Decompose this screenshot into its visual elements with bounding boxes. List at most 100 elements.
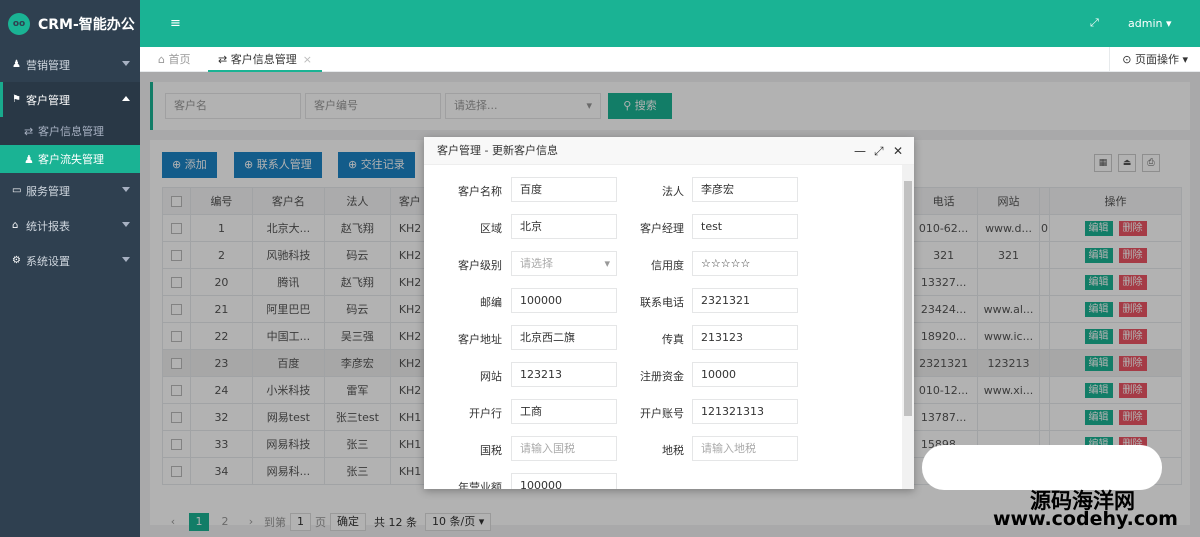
field-label: 客户级别	[458, 259, 502, 272]
tab-customer-info[interactable]: ⇄ 客户信息管理 ×	[208, 47, 322, 72]
dialog-body: 客户名称 百度 法人 李彦宏区域 北京 客户经理 test 客户级别 请选择 ▾ 信用度 ☆☆☆☆☆ 邮…	[424, 165, 914, 489]
top-navbar: ≡ ⤢ admin ▾	[140, 0, 1200, 47]
field-value: test	[701, 220, 723, 233]
field-label: 传真	[662, 333, 684, 346]
sidebar-subitem-customer-info[interactable]: ⇄ 客户信息管理	[0, 117, 140, 145]
sidebar-item-settings[interactable]: ⚙ 系统设置	[0, 243, 140, 278]
fullscreen-icon[interactable]: ⤢	[1090, 16, 1099, 30]
sidebar-item-label: 统计报表	[26, 219, 70, 233]
scrollbar-thumb[interactable]	[904, 181, 912, 416]
field-input[interactable]: 213123	[692, 325, 798, 350]
field-input[interactable]: 100000	[511, 473, 617, 489]
field-value: 请输入国税	[520, 442, 575, 455]
exchange-icon: ⇄	[24, 124, 34, 138]
field-input[interactable]: 百度	[511, 177, 617, 202]
field-label: 信用度	[651, 259, 684, 272]
field-label: 客户经理	[640, 222, 684, 235]
field-input[interactable]: test	[692, 214, 798, 239]
field-value: 北京	[520, 220, 542, 233]
home-icon: ⌂	[12, 220, 19, 231]
field-value: 请输入地税	[701, 442, 756, 455]
sidebar-subitem-customer-loss[interactable]: ♟ 客户流失管理	[0, 145, 140, 173]
logo-icon: oo	[8, 12, 30, 35]
field-label: 客户地址	[458, 333, 502, 346]
app-logo: oo CRM-智能办公	[0, 0, 140, 47]
field-label: 网站	[480, 370, 502, 383]
field-input[interactable]: 李彦宏	[692, 177, 798, 202]
field-label: 邮编	[480, 296, 502, 309]
field-value: ☆☆☆☆☆	[701, 257, 751, 270]
sidebar-item-label: 服务管理	[26, 184, 70, 198]
user-menu[interactable]: admin ▾	[1128, 17, 1171, 30]
caret-down-icon	[122, 257, 130, 262]
field-input[interactable]: 10000	[692, 362, 798, 387]
field-value: 123213	[520, 368, 562, 381]
tab-label: 客户信息管理	[230, 53, 297, 66]
field-input[interactable]: 123213	[511, 362, 617, 387]
field-label: 国税	[480, 444, 502, 457]
home-icon: ⌂	[158, 53, 169, 66]
sidebar-item-customer[interactable]: ⚑ 客户管理	[0, 82, 140, 117]
watermark-url: www.codehy.com	[993, 508, 1178, 530]
sidebar: oo CRM-智能办公 ♟ 营销管理 ⚑ 客户管理 ⇄ 客户信息管理 ♟ 客户流…	[0, 0, 140, 537]
field-label: 地税	[662, 444, 684, 457]
user-icon: ♟	[12, 59, 21, 70]
caret-down-icon	[122, 187, 130, 192]
sidebar-subitem-label: 客户流失管理	[38, 153, 104, 166]
sidebar-item-label: 系统设置	[26, 254, 70, 268]
field-input[interactable]: 请选择 ▾	[511, 251, 617, 276]
monitor-icon: ▭	[12, 185, 22, 196]
field-input[interactable]: 请输入地税	[692, 436, 798, 461]
sidebar-item-label: 营销管理	[26, 58, 70, 72]
watermark-cover	[922, 445, 1162, 490]
menu-toggle-icon[interactable]: ≡	[170, 16, 181, 31]
tab-bar: ⌂ 首页 ⇄ 客户信息管理 × ⊙ 页面操作 ▾	[140, 47, 1200, 72]
tab-home[interactable]: ⌂ 首页	[148, 47, 200, 72]
caret-down-icon	[122, 61, 130, 66]
close-icon[interactable]: ✕	[893, 137, 903, 165]
sidebar-item-marketing[interactable]: ♟ 营销管理	[0, 47, 140, 82]
users-icon: ♟	[24, 152, 34, 166]
minimize-icon[interactable]: —	[854, 137, 866, 165]
dialog-scrollbar[interactable]	[902, 165, 914, 489]
sidebar-subitem-label: 客户信息管理	[38, 125, 104, 138]
dialog-header: 客户管理 - 更新客户信息 — ⤢ ✕	[424, 137, 914, 165]
field-input[interactable]: ☆☆☆☆☆	[692, 251, 798, 276]
field-input[interactable]: 北京	[511, 214, 617, 239]
customer-submenu: ⇄ 客户信息管理 ♟ 客户流失管理	[0, 117, 140, 173]
field-value: 北京西二旗	[520, 331, 575, 344]
field-value: 百度	[520, 183, 542, 196]
field-value: 2321321	[701, 294, 750, 307]
field-value: 100000	[520, 479, 562, 489]
page-operations-button[interactable]: ⊙ 页面操作 ▾	[1109, 47, 1200, 72]
field-label: 联系电话	[640, 296, 684, 309]
tab-label: 首页	[168, 53, 191, 66]
field-value: 工商	[520, 405, 542, 418]
exchange-icon: ⇄	[218, 53, 231, 66]
app-title: CRM-智能办公	[38, 16, 135, 33]
field-label: 区域	[480, 222, 502, 235]
field-value: 李彦宏	[701, 183, 734, 196]
field-value: 100000	[520, 294, 562, 307]
flag-icon: ⚑	[12, 94, 21, 105]
field-input[interactable]: 2321321	[692, 288, 798, 313]
field-value: 请选择	[520, 257, 553, 270]
field-label: 客户名称	[458, 185, 502, 198]
sidebar-item-report[interactable]: ⌂ 统计报表	[0, 208, 140, 243]
field-label: 开户行	[469, 407, 502, 420]
field-input[interactable]: 北京西二旗	[511, 325, 617, 350]
field-label: 法人	[662, 185, 684, 198]
field-input[interactable]: 121321313	[692, 399, 798, 424]
field-input[interactable]: 100000	[511, 288, 617, 313]
field-input[interactable]: 请输入国税	[511, 436, 617, 461]
maximize-icon[interactable]: ⤢	[874, 137, 884, 165]
sidebar-item-service[interactable]: ▭ 服务管理	[0, 173, 140, 208]
field-input[interactable]: 工商	[511, 399, 617, 424]
field-value: 10000	[701, 368, 736, 381]
field-label: 开户账号	[640, 407, 684, 420]
close-tab-icon[interactable]: ×	[303, 53, 312, 66]
sidebar-item-label: 客户管理	[26, 93, 70, 107]
update-customer-dialog: 客户管理 - 更新客户信息 — ⤢ ✕ 客户名称 百度 法人 李彦宏区域 北京 客户经理 t…	[424, 137, 914, 489]
dialog-title: 客户管理 - 更新客户信息	[437, 144, 558, 157]
field-label: 注册资金	[640, 370, 684, 383]
